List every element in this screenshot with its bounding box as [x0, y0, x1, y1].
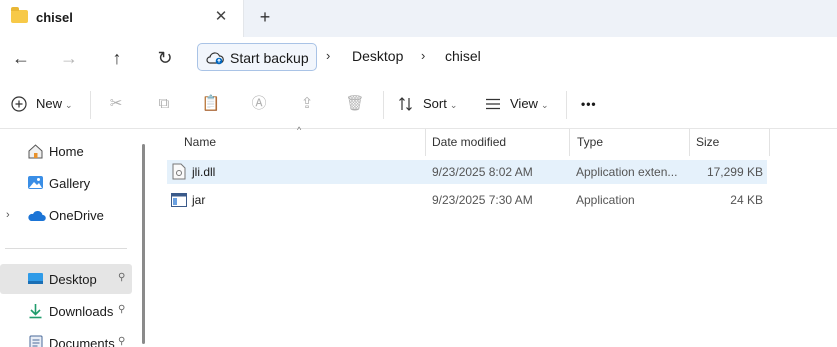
column-header-name[interactable]: Name: [184, 129, 216, 156]
file-name: jar: [192, 193, 206, 207]
sidebar-item-label: Downloads: [49, 304, 114, 319]
breadcrumb-desktop[interactable]: Desktop: [352, 48, 403, 64]
gallery-icon: [28, 176, 43, 189]
back-button[interactable]: ←: [7, 45, 35, 71]
cloud-icon: [28, 210, 46, 221]
column-divider[interactable]: [569, 129, 570, 156]
file-type: Application exten...: [576, 165, 678, 179]
column-header-type[interactable]: Type: [577, 129, 603, 156]
start-backup-label: Start backup: [230, 50, 309, 66]
breadcrumb-chisel[interactable]: chisel: [445, 48, 481, 64]
exe-file-icon: [171, 193, 187, 207]
sidebar-scrollbar[interactable]: [142, 144, 145, 344]
tab-chisel[interactable]: chisel ✕: [0, 0, 244, 37]
paste-icon[interactable]: 📋: [201, 94, 221, 114]
toolbar-divider: [383, 91, 384, 119]
tab-title: chisel: [36, 10, 73, 25]
column-header-size[interactable]: Size: [696, 129, 719, 156]
toolbar-divider: [566, 91, 567, 119]
refresh-button[interactable]: ↻: [151, 45, 179, 71]
view-icon: [486, 98, 500, 110]
close-tab-button[interactable]: ✕: [212, 8, 230, 26]
chevron-down-icon: ⌄: [65, 100, 73, 110]
new-label: New: [36, 96, 63, 111]
desktop-icon: [28, 273, 43, 284]
command-bar: New ⌄ ✂ ⧉ 📋 Ⓐ ⇪ 🗑 Sort ⌄ View ⌄ •••: [0, 79, 837, 129]
breadcrumb-separator[interactable]: ›: [326, 48, 330, 63]
file-size: 24 KB: [730, 193, 763, 207]
sidebar-divider: [5, 248, 127, 249]
delete-icon[interactable]: 🗑: [345, 94, 365, 114]
pin-icon: ⚲: [118, 336, 126, 347]
file-type: Application: [576, 193, 635, 207]
pin-icon: ⚲: [118, 272, 126, 283]
start-backup-button[interactable]: Start backup: [197, 43, 317, 71]
sidebar-item-desktop[interactable]: Desktop ⚲: [0, 264, 132, 294]
navigation-pane: Home Gallery › OneDrive Desktop ⚲ Downlo…: [0, 129, 145, 347]
sidebar-item-downloads[interactable]: Downloads ⚲: [0, 296, 132, 326]
copy-icon[interactable]: ⧉: [154, 94, 174, 114]
column-divider[interactable]: [425, 129, 426, 156]
view-label: View: [510, 96, 538, 111]
sidebar-item-onedrive[interactable]: › OneDrive: [0, 200, 132, 230]
table-row[interactable]: jli.dll 9/23/2025 8:02 AM Application ex…: [167, 160, 767, 184]
toolbar-divider: [90, 91, 91, 119]
column-header-date[interactable]: Date modified: [432, 129, 506, 156]
rename-icon[interactable]: Ⓐ: [249, 94, 269, 114]
sidebar-item-documents[interactable]: Documents ⚲: [0, 328, 132, 347]
cloud-backup-icon: [206, 52, 224, 65]
folder-icon: [11, 7, 28, 23]
column-divider[interactable]: [689, 129, 690, 156]
cut-icon[interactable]: ✂: [106, 94, 126, 114]
dll-file-icon: [172, 163, 186, 180]
pin-icon: ⚲: [118, 304, 126, 315]
column-divider[interactable]: [769, 129, 770, 156]
file-list: ^ Name Date modified Type Size jli.dll 9…: [150, 125, 837, 347]
share-icon[interactable]: ⇪: [297, 94, 317, 114]
file-date: 9/23/2025 8:02 AM: [432, 165, 533, 179]
address-bar: ← → ↑ ↻ Start backup › Desktop › chisel: [0, 37, 837, 79]
sort-icon: [399, 97, 412, 111]
sidebar-item-label: Home: [49, 144, 84, 159]
up-button[interactable]: ↑: [103, 45, 131, 71]
sort-label: Sort: [423, 96, 447, 111]
home-icon: [28, 144, 43, 159]
plus-circle-icon: [11, 96, 27, 112]
more-options-button[interactable]: •••: [581, 93, 597, 115]
sidebar-item-home[interactable]: Home: [0, 136, 132, 166]
sort-ascending-icon: ^: [297, 125, 302, 135]
documents-icon: [29, 335, 43, 347]
breadcrumb-separator[interactable]: ›: [421, 48, 425, 63]
sidebar-item-label: Desktop: [49, 272, 97, 287]
expand-chevron-icon[interactable]: ›: [6, 209, 10, 221]
chevron-down-icon: ⌄: [540, 100, 549, 110]
forward-button[interactable]: →: [55, 45, 83, 71]
sidebar-item-label: Documents: [49, 336, 115, 347]
file-date: 9/23/2025 7:30 AM: [432, 193, 533, 207]
sidebar-item-label: OneDrive: [49, 208, 104, 223]
download-icon: [29, 304, 42, 319]
sidebar-item-label: Gallery: [49, 176, 91, 191]
table-row[interactable]: jar 9/23/2025 7:30 AM Application 24 KB: [167, 188, 767, 212]
file-size: 17,299 KB: [706, 165, 763, 179]
chevron-down-icon: ⌄: [449, 100, 458, 110]
title-bar: chisel ✕ +: [0, 0, 837, 37]
file-name: jli.dll: [192, 165, 216, 179]
sidebar-item-gallery[interactable]: Gallery: [0, 168, 132, 198]
new-tab-button[interactable]: +: [254, 6, 276, 28]
